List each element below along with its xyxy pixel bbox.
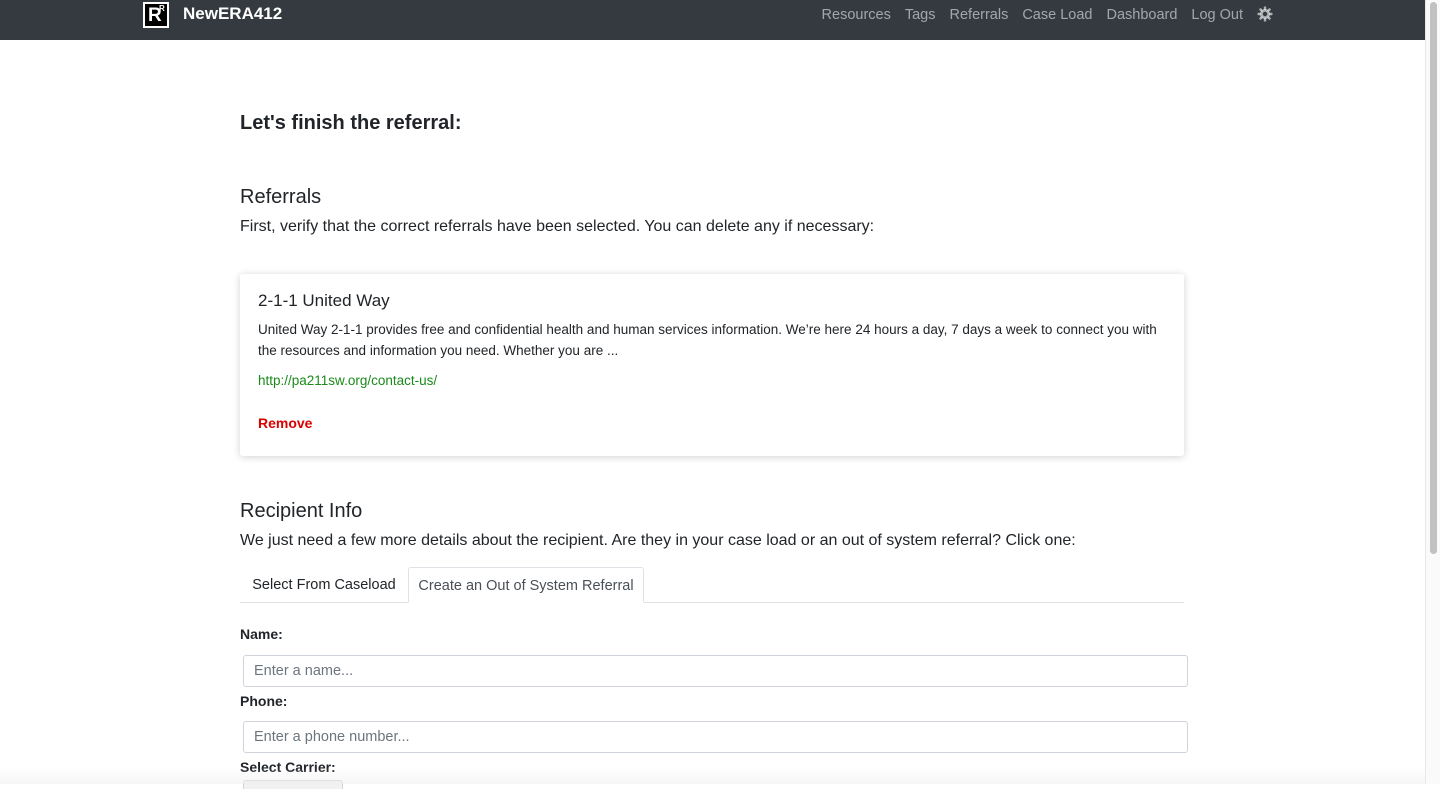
brand-logo: R R [143, 2, 169, 28]
brand-name: NewERA412 [183, 4, 283, 23]
recipient-tabs: Select From Caseload Create an Out of Sy… [240, 567, 1184, 603]
page-title: Let's finish the referral: [240, 112, 462, 134]
remove-referral-button[interactable]: Remove [258, 415, 1166, 431]
referral-card: 2-1-1 United Way United Way 2-1-1 provid… [240, 274, 1184, 456]
phone-label: Phone: [240, 693, 288, 709]
phone-input[interactable] [243, 721, 1188, 753]
scrollbar-thumb[interactable] [1430, 2, 1437, 554]
tab-select-from-caseload[interactable]: Select From Caseload [240, 567, 408, 603]
nav-link-referrals[interactable]: Referrals [950, 7, 1009, 23]
gear-icon[interactable] [1257, 6, 1273, 22]
referrals-heading: Referrals [240, 186, 322, 208]
referral-name: 2-1-1 United Way [258, 291, 390, 310]
bottom-fade [0, 768, 1425, 784]
logo-superscript: R [159, 4, 165, 13]
nav-link-log-out[interactable]: Log Out [1191, 7, 1243, 23]
nav-link-tags[interactable]: Tags [905, 7, 936, 23]
page-scrollbar[interactable] [1425, 0, 1440, 784]
referrals-instructions: First, verify that the correct referrals… [240, 218, 875, 235]
tab-out-of-system-referral[interactable]: Create an Out of System Referral [408, 567, 644, 603]
referral-description: United Way 2-1-1 provides free and confi… [258, 322, 1157, 358]
brand-home-link[interactable]: R R NewERA412 [143, 2, 282, 28]
referral-url-link[interactable]: http://pa211sw.org/contact-us/ [258, 373, 437, 388]
name-label: Name: [240, 626, 283, 642]
recipient-heading: Recipient Info [240, 500, 363, 522]
nav-link-case-load[interactable]: Case Load [1022, 7, 1092, 23]
name-input[interactable] [243, 655, 1188, 687]
nav-links: Resources Tags Referrals Case Load Dashb… [808, 0, 1273, 30]
nav-link-resources[interactable]: Resources [822, 7, 891, 23]
nav-link-dashboard[interactable]: Dashboard [1106, 7, 1177, 23]
recipient-instructions: We just need a few more details about th… [240, 532, 1076, 549]
top-navbar: R R NewERA412 Resources Tags Referrals C… [0, 0, 1425, 40]
